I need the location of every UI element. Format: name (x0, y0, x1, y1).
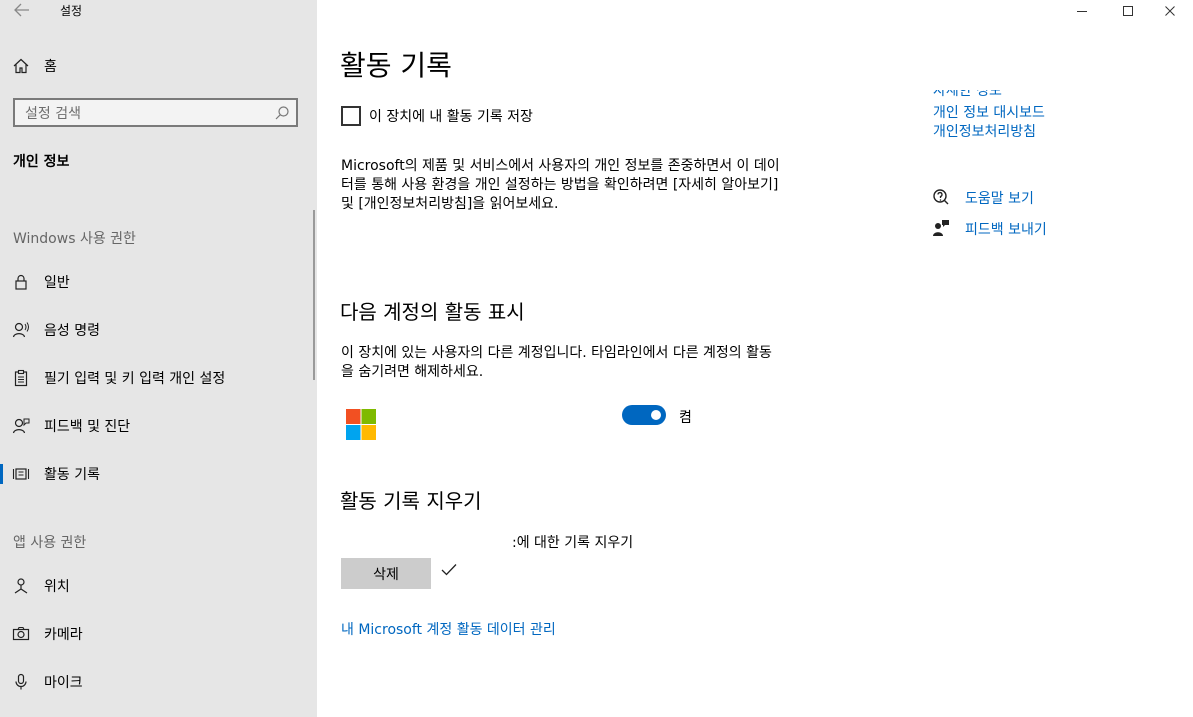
accounts-description: 이 장치에 있는 사용자의 다른 계정입니다. 타임라인에서 다른 계정의 활동… (341, 345, 772, 380)
sidebar-item-home[interactable]: 홈 (0, 48, 317, 84)
section-windows-permissions: Windows 사용 권한 (13, 231, 136, 247)
clipboard-icon (12, 369, 30, 387)
location-icon (12, 577, 30, 595)
search-icon (274, 105, 290, 121)
privacy-dashboard-link[interactable]: 개인 정보 대시보드 (933, 102, 1045, 122)
section-app-permissions: 앱 사용 권한 (13, 535, 87, 551)
back-button[interactable] (13, 2, 31, 18)
search-input[interactable]: 설정 검색 (13, 98, 298, 127)
store-activity-checkbox[interactable] (341, 106, 361, 126)
sidebar-item-camera[interactable]: 카메라 (0, 616, 317, 652)
sidebar-item-microphone[interactable]: 마이크 (0, 664, 317, 700)
sidebar-item-label: 홈 (44, 59, 57, 75)
sidebar-item-activity-history[interactable]: 활동 기록 (0, 456, 317, 492)
toggle-state-label: 켬 (679, 410, 692, 426)
lock-icon (12, 273, 30, 291)
feedback-person-icon (12, 417, 30, 435)
sidebar-item-diagnostics[interactable]: 피드백 및 진단 (0, 408, 317, 444)
manage-activity-data-link[interactable]: 내 Microsoft 계정 활동 데이터 관리 (341, 619, 556, 639)
sidebar-item-label: 필기 입력 및 키 입력 개인 설정 (44, 371, 226, 387)
camera-icon (12, 625, 30, 643)
accounts-heading: 다음 계정의 활동 표시 (340, 300, 525, 324)
account-activity-toggle[interactable] (622, 405, 666, 425)
home-icon (12, 57, 30, 75)
sidebar-item-label: 마이크 (44, 675, 83, 691)
search-placeholder: 설정 검색 (25, 105, 81, 122)
microphone-icon (12, 673, 30, 691)
privacy-statement-link[interactable]: 개인정보처리방침 (933, 121, 1036, 141)
learn-more-link-clipped[interactable]: 자세한 정보 (933, 90, 1073, 99)
maximize-button[interactable] (1105, 0, 1151, 22)
sidebar-item-label: 피드백 및 진단 (44, 419, 131, 435)
clear-history-description: :에 대한 기록 지우기 (512, 535, 634, 551)
close-button[interactable] (1147, 0, 1193, 22)
store-activity-checkbox-label[interactable]: 이 장치에 내 활동 기록 저장 (369, 106, 533, 126)
sidebar-item-label: 활동 기록 (44, 467, 100, 483)
speech-icon (12, 321, 30, 339)
maximize-icon (1123, 6, 1133, 16)
sidebar-item-label: 음성 명령 (44, 323, 100, 339)
sidebar-item-label: 위치 (44, 579, 70, 595)
app-title: 설정 (60, 4, 83, 18)
back-arrow-icon (14, 3, 29, 17)
checkmark-icon (440, 561, 458, 579)
close-icon (1165, 6, 1175, 16)
help-icon (932, 188, 950, 206)
give-feedback-link[interactable]: 피드백 보내기 (965, 219, 1047, 239)
clear-history-heading: 활동 기록 지우기 (340, 489, 482, 513)
category-title: 개인 정보 (13, 154, 70, 170)
get-help-link[interactable]: 도움말 보기 (965, 188, 1034, 208)
sidebar-item-inking-typing[interactable]: 필기 입력 및 키 입력 개인 설정 (0, 360, 317, 396)
page-title: 활동 기록 (340, 49, 452, 82)
minimize-icon (1077, 11, 1087, 12)
timeline-icon (12, 465, 30, 483)
sidebar-item-label: 카메라 (44, 627, 83, 643)
sidebar-item-label: 일반 (44, 275, 70, 291)
microsoft-logo-icon (346, 409, 376, 440)
sidebar: 설정 홈 설정 검색 개인 정보 Windows 사용 권한 일반 음성 명령 … (0, 0, 317, 717)
sidebar-item-speech[interactable]: 음성 명령 (0, 312, 317, 348)
toggle-knob (651, 410, 661, 420)
sidebar-item-location[interactable]: 위치 (0, 568, 317, 604)
privacy-description: Microsoft의 제품 및 서비스에서 사용자의 개인 정보를 존중하면서 … (341, 158, 780, 212)
feedback-icon (932, 219, 950, 237)
minimize-button[interactable] (1059, 0, 1105, 22)
sidebar-item-general[interactable]: 일반 (0, 264, 317, 300)
sidebar-scrollbar[interactable] (313, 210, 315, 380)
delete-button[interactable]: 삭제 (341, 558, 431, 589)
